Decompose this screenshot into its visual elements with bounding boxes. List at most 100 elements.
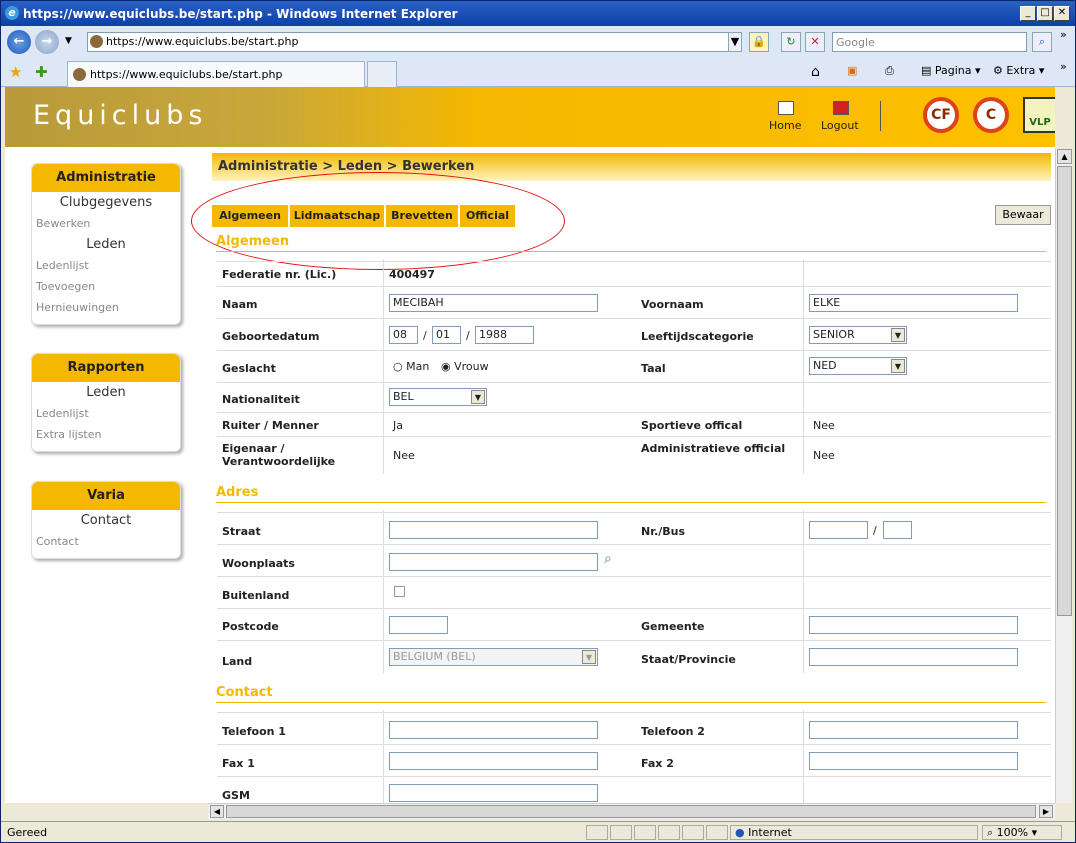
- staat-input[interactable]: [809, 648, 1018, 666]
- refresh-icon[interactable]: ↻: [781, 32, 801, 52]
- logout-link[interactable]: Logout: [821, 119, 859, 132]
- scroll-up-icon[interactable]: ▲: [1057, 149, 1072, 164]
- search-input[interactable]: Google: [832, 32, 1027, 52]
- date-separator: /: [466, 329, 470, 342]
- leeftijd-select[interactable]: SENIOR ▼: [809, 326, 907, 344]
- sidebar-link[interactable]: Ledenlijst: [32, 403, 180, 424]
- scroll-thumb[interactable]: [226, 805, 1036, 818]
- geb-dag-input[interactable]: 08: [389, 326, 418, 344]
- geb-maand-input[interactable]: 01: [432, 326, 461, 344]
- gemeente-input[interactable]: [809, 616, 1018, 634]
- radio-vrouw[interactable]: ◉ Vrouw: [441, 360, 489, 373]
- favorites-star-icon[interactable]: ★: [9, 63, 22, 81]
- nationaliteit-select[interactable]: BEL ▼: [389, 388, 487, 406]
- buitenland-checkbox[interactable]: [394, 586, 405, 597]
- row-straat: Straat Nr./Bus /: [217, 512, 1051, 544]
- scroll-right-icon[interactable]: ▶: [1039, 805, 1053, 818]
- print-icon[interactable]: ⎙: [885, 64, 894, 78]
- add-favorite-icon[interactable]: ✚: [35, 63, 48, 81]
- zone-indicator[interactable]: ● Internet: [730, 825, 978, 840]
- row-nationaliteit: Nationaliteit BEL ▼: [217, 382, 1051, 412]
- nrbus-label: Nr./Bus: [641, 525, 686, 538]
- chevron-down-icon[interactable]: ▼: [891, 328, 905, 342]
- fax1-input[interactable]: [389, 752, 598, 770]
- radio-man[interactable]: ○ Man: [393, 360, 429, 373]
- tab-brevetten[interactable]: Brevetten: [386, 205, 458, 227]
- chevron-down-icon[interactable]: ▼: [891, 359, 905, 373]
- home-link[interactable]: Home: [769, 119, 801, 132]
- fax2-input[interactable]: [809, 752, 1018, 770]
- scroll-thumb[interactable]: [1057, 166, 1072, 616]
- tel1-input[interactable]: [389, 721, 598, 739]
- browser-tab[interactable]: https://www.equiclubs.be/start.php: [67, 61, 365, 87]
- leeftijd-label: Leeftijdscategorie: [641, 330, 754, 343]
- zoom-control[interactable]: ⌕ 100% ▾: [982, 825, 1062, 840]
- site-logo: Equiclubs: [33, 100, 208, 131]
- maximize-button[interactable]: □: [1037, 6, 1053, 21]
- logout-icon[interactable]: [833, 101, 849, 115]
- sidebar-link[interactable]: Contact: [32, 531, 180, 552]
- tab-algemeen[interactable]: Algemeen: [212, 205, 288, 227]
- woonplaats-label: Woonplaats: [222, 557, 295, 570]
- chevron-right-icon[interactable]: »: [1060, 28, 1067, 41]
- row-gsm: GSM: [217, 776, 1051, 803]
- chevron-right-icon[interactable]: »: [1060, 60, 1067, 73]
- tel2-input[interactable]: [809, 721, 1018, 739]
- section-contact: Contact: [216, 685, 1046, 703]
- search-icon[interactable]: ⌕: [1032, 32, 1052, 52]
- home-icon[interactable]: [778, 101, 794, 115]
- address-dropdown-icon[interactable]: ▼: [728, 32, 742, 52]
- tab-lidmaatschap[interactable]: Lidmaatschap: [290, 205, 384, 227]
- nrbus-separator: /: [873, 524, 877, 537]
- home-icon[interactable]: ⌂: [811, 64, 820, 80]
- page-menu-label: Pagina: [934, 64, 972, 77]
- horizontal-scrollbar[interactable]: ◀ ▶: [208, 803, 1055, 819]
- feeds-icon[interactable]: ▣: [847, 64, 857, 77]
- straat-input[interactable]: [389, 521, 598, 539]
- postcode-input[interactable]: [389, 616, 448, 634]
- federation-logo-1[interactable]: CF: [923, 97, 959, 133]
- sidebar-box-rapporten: Rapporten Leden Ledenlijst Extra lijsten: [31, 353, 181, 452]
- address-field[interactable]: https://www.equiclubs.be/start.php: [87, 32, 742, 52]
- close-button[interactable]: ✕: [1054, 6, 1070, 21]
- lock-icon[interactable]: 🔒: [749, 32, 769, 52]
- address-text: https://www.equiclubs.be/start.php: [106, 35, 299, 48]
- tools-menu[interactable]: ⚙ Extra ▾: [993, 64, 1044, 77]
- tab-official[interactable]: Official: [460, 205, 515, 227]
- vlp-logo[interactable]: VLP: [1023, 97, 1055, 133]
- sidebar-link[interactable]: Bewerken: [32, 213, 180, 234]
- sidebar-link[interactable]: Hernieuwingen: [32, 297, 180, 318]
- nr-input[interactable]: [809, 521, 868, 539]
- naam-label: Naam: [222, 298, 258, 311]
- save-button[interactable]: Bewaar: [995, 205, 1051, 225]
- search-placeholder: Google: [836, 36, 875, 49]
- sidebar-subheading: Leden: [86, 385, 126, 400]
- sidebar-box-administratie: Administratie Clubgegevens Bewerken Leden Le…: [31, 163, 181, 325]
- history-dropdown-icon[interactable]: ▼: [65, 36, 72, 46]
- gsm-input[interactable]: [389, 784, 598, 802]
- sidebar-link[interactable]: Ledenlijst: [32, 255, 180, 276]
- row-woonplaats: Woonplaats ⌕: [217, 544, 1051, 576]
- search-icon[interactable]: ⌕: [604, 551, 612, 567]
- geb-jaar-input[interactable]: 1988: [475, 326, 534, 344]
- forward-icon[interactable]: →: [35, 30, 59, 54]
- eigenaar-value: Nee: [393, 449, 415, 462]
- stop-icon[interactable]: ✕: [805, 32, 825, 52]
- federation-logo-2[interactable]: C: [973, 97, 1009, 133]
- woonplaats-input[interactable]: [389, 553, 598, 571]
- fax2-label: Fax 2: [641, 757, 674, 770]
- date-separator: /: [423, 329, 427, 342]
- taal-select[interactable]: NED ▼: [809, 357, 907, 375]
- page-menu[interactable]: ▤ Pagina ▾: [921, 64, 981, 77]
- vertical-scrollbar[interactable]: ▲: [1055, 149, 1072, 803]
- chevron-down-icon[interactable]: ▼: [471, 390, 485, 404]
- sidebar-link[interactable]: Extra lijsten: [32, 424, 180, 445]
- naam-input[interactable]: MECIBAH: [389, 294, 598, 312]
- back-icon[interactable]: ←: [7, 30, 31, 54]
- bus-input[interactable]: [883, 521, 912, 539]
- scroll-left-icon[interactable]: ◀: [210, 805, 224, 818]
- voornaam-input[interactable]: ELKE: [809, 294, 1018, 312]
- minimize-button[interactable]: _: [1020, 6, 1036, 21]
- new-tab-button[interactable]: [367, 61, 397, 87]
- sidebar-link[interactable]: Toevoegen: [32, 276, 180, 297]
